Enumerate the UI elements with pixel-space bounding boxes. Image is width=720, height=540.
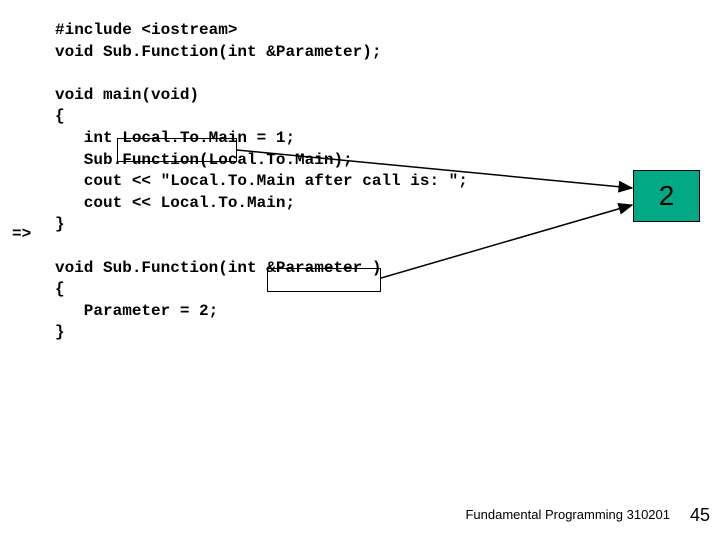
page-number: 45: [690, 505, 710, 526]
code-line: void main(void): [55, 86, 199, 104]
code-line: {: [55, 107, 65, 125]
code-line: #include <iostream>: [55, 21, 237, 39]
execution-pointer: =>: [12, 225, 31, 243]
highlight-box-local-to-main: [117, 138, 237, 162]
memory-value-box: 2: [633, 170, 700, 222]
code-line: }: [55, 215, 65, 233]
code-line: cout << Local.To.Main;: [55, 194, 295, 212]
code-line: void Sub.Function(int &Parameter);: [55, 43, 381, 61]
memory-value: 2: [659, 180, 675, 212]
code-line: cout << "Local.To.Main after call is: ";: [55, 172, 468, 190]
footer-text: Fundamental Programming 310201: [465, 507, 670, 522]
code-block: #include <iostream> void Sub.Function(in…: [55, 20, 468, 344]
code-line: Parameter = 2;: [55, 302, 218, 320]
code-line: }: [55, 323, 65, 341]
highlight-box-parameter: [267, 268, 381, 292]
code-line: {: [55, 280, 65, 298]
